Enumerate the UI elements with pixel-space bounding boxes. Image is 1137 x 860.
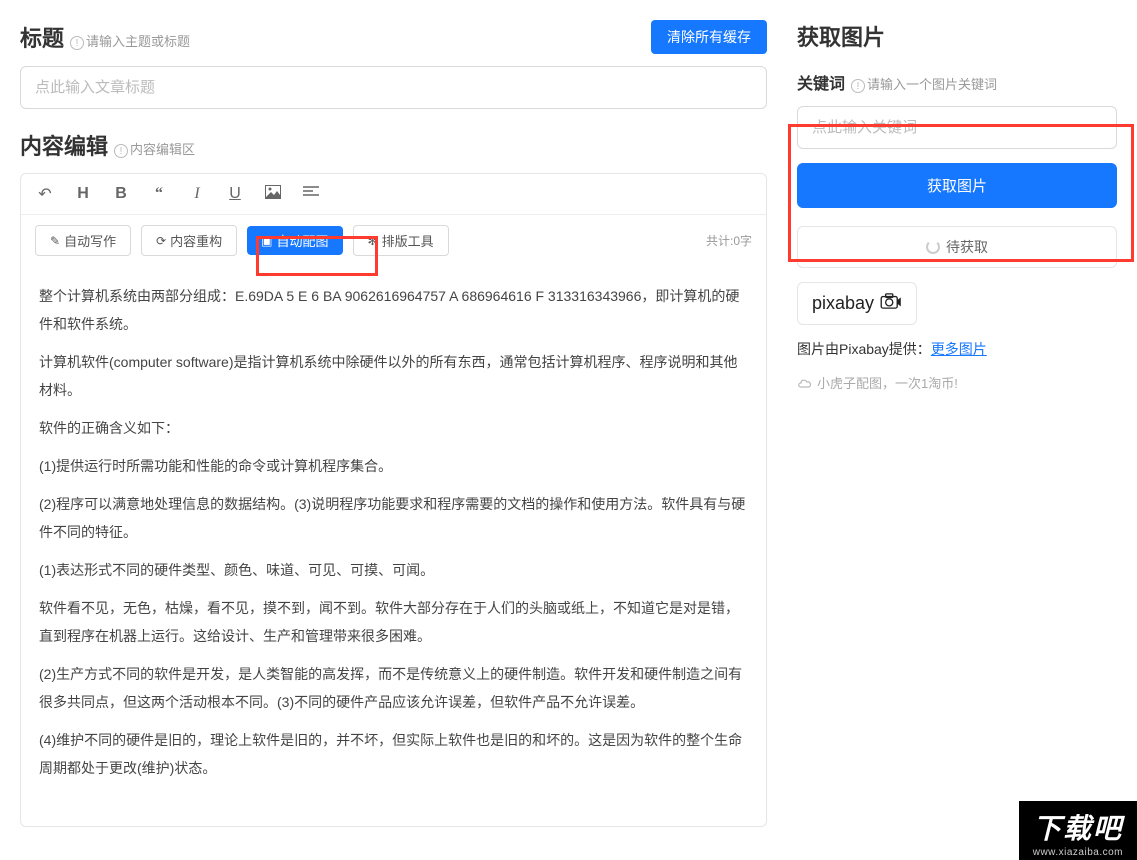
info-icon: ! <box>114 144 128 158</box>
pending-button[interactable]: 待获取 <box>797 226 1117 268</box>
info-icon: ! <box>70 36 84 50</box>
image-small-icon: ▣ <box>261 234 272 248</box>
restructure-button[interactable]: ⟳内容重构 <box>141 225 237 256</box>
title-section-header: 标题 !请输入主题或标题 清除所有缓存 <box>20 20 767 54</box>
underline-icon[interactable]: U <box>225 185 245 203</box>
bold-icon[interactable]: B <box>111 185 131 203</box>
pixabay-logo: pixabay <box>797 282 917 325</box>
tool-icon: ✻ <box>368 234 378 248</box>
format-toolbar: ↶ H B “ I U <box>21 174 766 215</box>
pencil-icon: ✎ <box>50 234 60 248</box>
title-label: 标题 <box>20 21 64 53</box>
credit-line: 图片由Pixabay提供：更多图片 <box>797 339 1117 359</box>
italic-icon[interactable]: I <box>187 185 207 203</box>
watermark: 下载吧 www.xiazaiba.com <box>1019 801 1137 860</box>
keyword-input[interactable] <box>797 106 1117 149</box>
paragraph: 计算机软件(computer software)是指计算机系统中除硬件以外的所有… <box>39 348 748 404</box>
get-image-title: 获取图片 <box>797 20 1117 52</box>
spinner-icon <box>926 240 940 254</box>
image-icon[interactable] <box>263 185 283 204</box>
more-images-link[interactable]: 更多图片 <box>931 341 987 357</box>
camera-icon <box>880 293 902 314</box>
undo-icon[interactable]: ↶ <box>35 184 55 204</box>
paragraph: 软件看不见，无色，枯燥，看不见，摸不到，闻不到。软件大部分存在于人们的头脑或纸上… <box>39 594 748 650</box>
layout-tool-button[interactable]: ✻排版工具 <box>353 225 449 256</box>
keyword-label: 关键词 <box>797 70 845 94</box>
auto-image-button[interactable]: ▣自动配图 <box>247 226 342 255</box>
content-hint: !内容编辑区 <box>114 139 195 158</box>
paragraph: (4)维护不同的硬件是旧的，理论上软件是旧的，并不坏，但实际上软件也是旧的和坏的… <box>39 726 748 782</box>
get-image-button[interactable]: 获取图片 <box>797 163 1117 208</box>
heading-icon[interactable]: H <box>73 185 93 203</box>
article-title-input[interactable] <box>20 66 767 109</box>
refresh-icon: ⟳ <box>156 234 166 248</box>
editor-container: ↶ H B “ I U ✎自动写作 ⟳内容重构 ▣自动配图 ✻排版工具 共计:0… <box>20 173 767 827</box>
editor-content[interactable]: 整个计算机系统由两部分组成：E.69DA 5 E 6 BA 9062616964… <box>21 266 766 826</box>
quote-icon[interactable]: “ <box>149 185 169 203</box>
content-section-header: 内容编辑 !内容编辑区 <box>20 129 767 161</box>
title-hint: !请输入主题或标题 <box>70 31 190 50</box>
paragraph: (1)表达形式不同的硬件类型、颜色、味道、可见、可摸、可闻。 <box>39 556 748 584</box>
paragraph: (2)程序可以满意地处理信息的数据结构。(3)说明程序功能要求和程序需要的文档的… <box>39 490 748 546</box>
clear-cache-button[interactable]: 清除所有缓存 <box>651 20 767 54</box>
paragraph: 软件的正确含义如下： <box>39 414 748 442</box>
paragraph: 整个计算机系统由两部分组成：E.69DA 5 E 6 BA 9062616964… <box>39 282 748 338</box>
info-icon: ! <box>851 79 865 93</box>
keyword-hint: !请输入一个图片关键词 <box>851 74 997 93</box>
cloud-icon <box>797 377 813 389</box>
action-toolbar: ✎自动写作 ⟳内容重构 ▣自动配图 ✻排版工具 共计:0字 <box>21 215 766 266</box>
paragraph: (1)提供运行时所需功能和性能的命令或计算机程序集合。 <box>39 452 748 480</box>
tip-line: 小虎子配图，一次1淘币! <box>797 373 1117 392</box>
align-icon[interactable] <box>301 185 321 203</box>
content-label: 内容编辑 <box>20 129 108 161</box>
word-count: 共计:0字 <box>706 232 752 249</box>
paragraph: (2)生产方式不同的软件是开发，是人类智能的高发挥，而不是传统意义上的硬件制造。… <box>39 660 748 716</box>
auto-write-button[interactable]: ✎自动写作 <box>35 225 131 256</box>
